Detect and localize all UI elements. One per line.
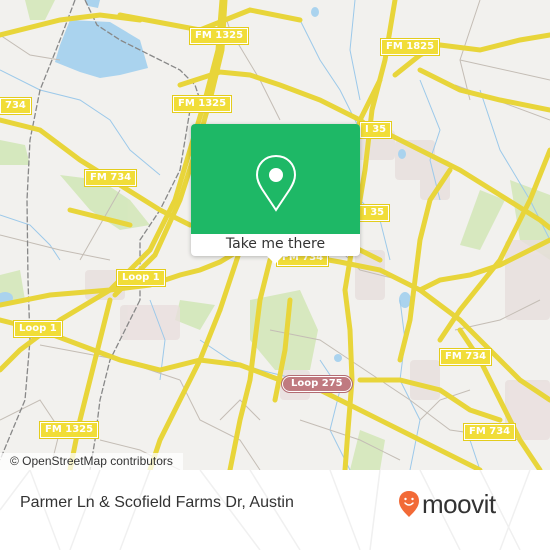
- map[interactable]: FM 1325 FM 1825 734 FM 1325 I 35 FM 734 …: [0, 0, 550, 470]
- moovit-pin-icon: [399, 491, 419, 517]
- road-shield: Loop 275: [281, 375, 353, 393]
- road-shield: 734: [0, 97, 32, 115]
- road-shield: FM 734: [438, 348, 493, 366]
- popup-tail: [267, 256, 283, 264]
- road-shield: FM 734: [462, 423, 517, 441]
- map-pin-icon: [255, 154, 297, 212]
- road-shield: FM 1325: [38, 421, 100, 439]
- take-me-there-button[interactable]: Take me there: [191, 234, 360, 256]
- take-me-there-popup[interactable]: Take me there: [191, 124, 360, 264]
- map-attribution[interactable]: © OpenStreetMap contributors: [0, 453, 183, 470]
- road-shield: I 35: [358, 121, 393, 139]
- moovit-wordmark: moovit: [422, 488, 496, 519]
- road-shield: Loop 1: [13, 320, 63, 338]
- road-shield: FM 1825: [379, 38, 441, 56]
- place-name: Parmer Ln & Scofield Farms Dr, Austin: [20, 494, 294, 511]
- moovit-logo[interactable]: moovit: [398, 484, 496, 524]
- road-shield: FM 1325: [188, 27, 250, 45]
- footer: Parmer Ln & Scofield Farms Dr, Austin mo…: [0, 470, 550, 550]
- popup-header: [191, 124, 360, 234]
- road-shield: FM 1325: [171, 95, 233, 113]
- road-shield: Loop 1: [116, 269, 166, 287]
- road-shield: FM 734: [83, 169, 138, 187]
- road-shield: I 35: [356, 204, 391, 222]
